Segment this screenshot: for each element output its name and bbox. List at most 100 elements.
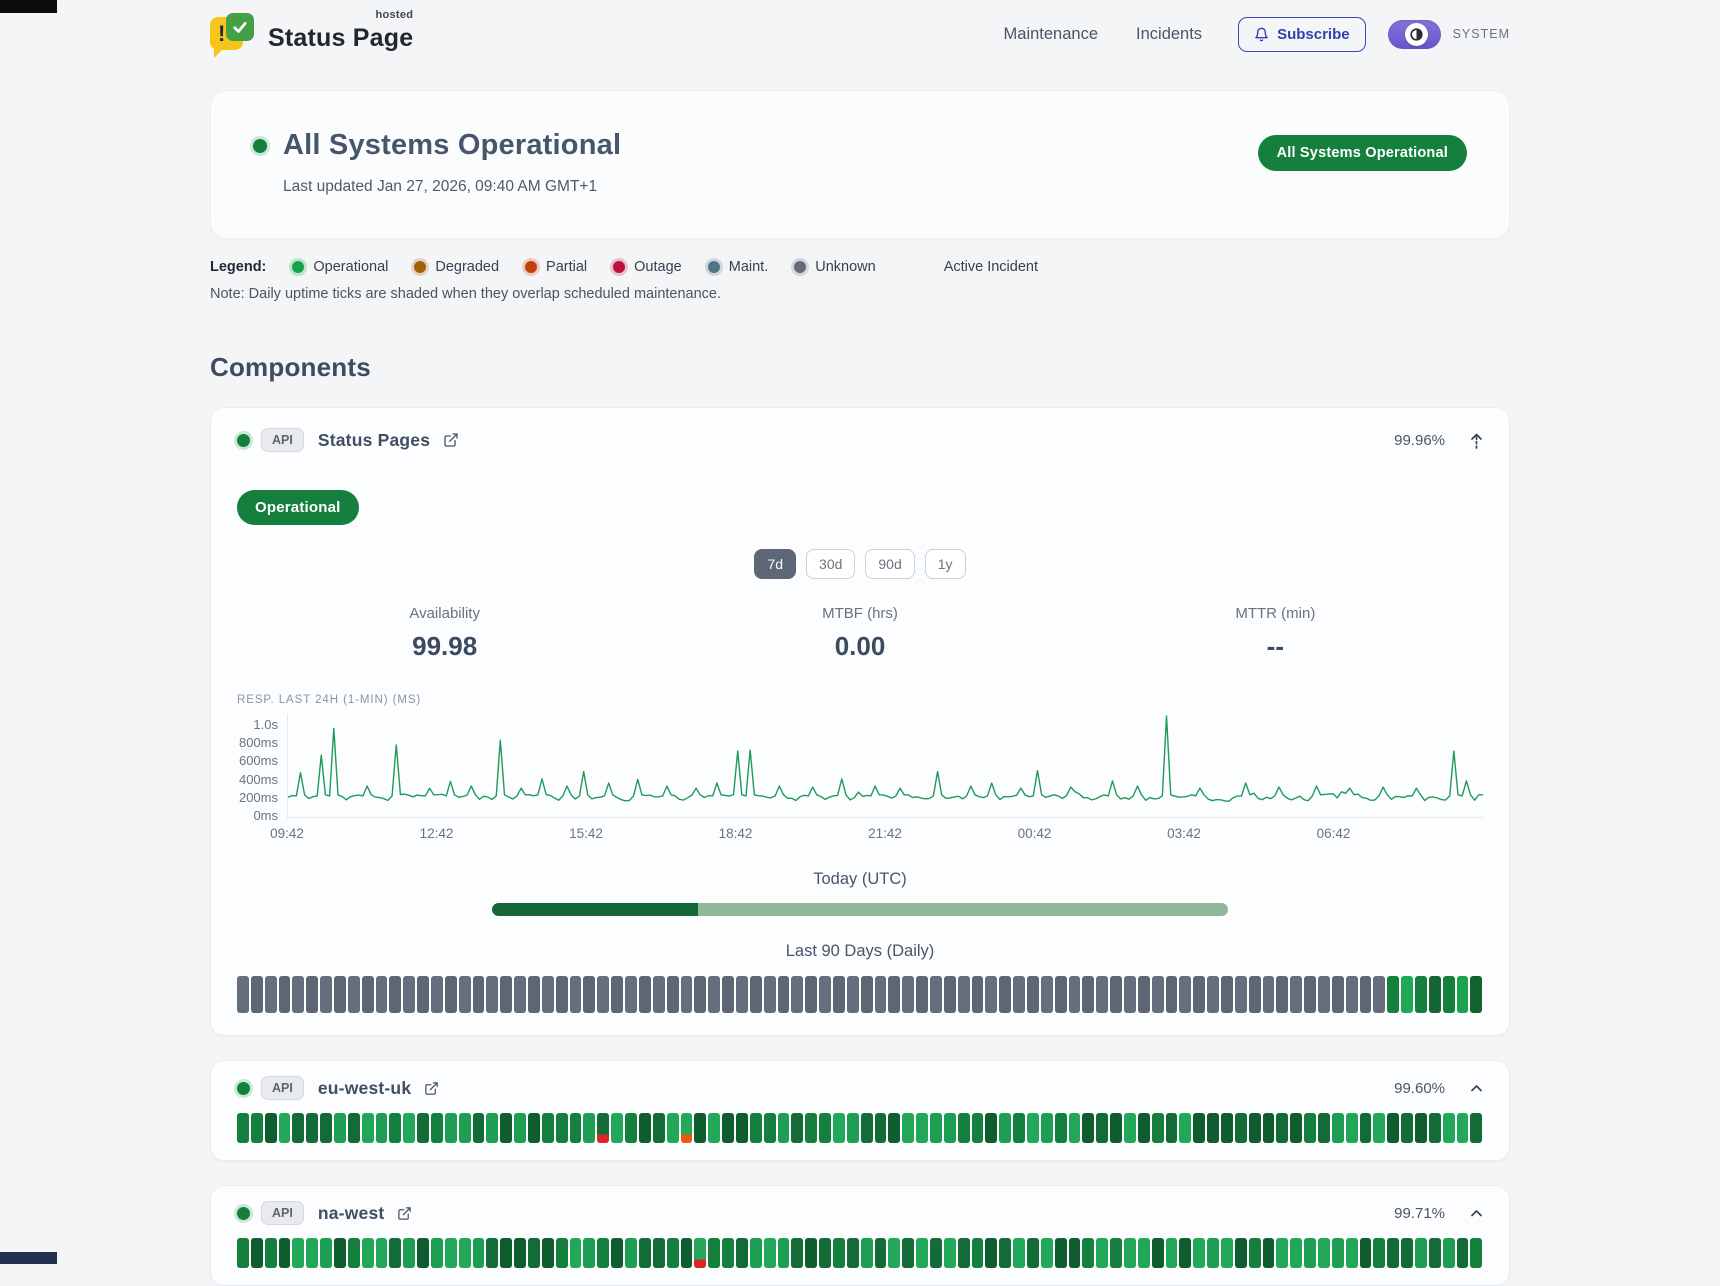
- uptime-tick-operational[interactable]: [1387, 976, 1399, 1013]
- uptime-tick-operational[interactable]: [556, 1113, 568, 1143]
- uptime-tick-unknown[interactable]: [694, 976, 706, 1013]
- uptime-tick-unknown[interactable]: [736, 976, 748, 1013]
- uptime-tick-operational[interactable]: [237, 1113, 249, 1143]
- uptime-tick-unknown[interactable]: [944, 976, 956, 1013]
- uptime-tick-operational[interactable]: [1346, 1113, 1358, 1143]
- uptime-tick-operational[interactable]: [1055, 1113, 1067, 1143]
- uptime-tick-unknown[interactable]: [958, 976, 970, 1013]
- uptime-tick-operational[interactable]: [847, 1113, 859, 1143]
- uptime-tick-unknown[interactable]: [750, 976, 762, 1013]
- uptime-tick-operational[interactable]: [334, 1113, 346, 1143]
- uptime-tick-unknown[interactable]: [999, 976, 1011, 1013]
- uptime-tick-operational[interactable]: [542, 1113, 554, 1143]
- nav-link-maintenance[interactable]: Maintenance: [1004, 25, 1098, 44]
- uptime-tick-unknown[interactable]: [1069, 976, 1081, 1013]
- uptime-tick-operational[interactable]: [958, 1113, 970, 1143]
- uptime-tick-unknown[interactable]: [1221, 976, 1233, 1013]
- component-header-row[interactable]: API eu-west-uk 99.60%: [237, 1076, 1483, 1100]
- nav-link-incidents[interactable]: Incidents: [1136, 25, 1202, 44]
- uptime-tick-unknown[interactable]: [334, 976, 346, 1013]
- uptime-tick-unknown[interactable]: [348, 976, 360, 1013]
- uptime-tick-unknown[interactable]: [251, 976, 263, 1013]
- uptime-tick-unknown[interactable]: [861, 976, 873, 1013]
- uptime-tick-unknown[interactable]: [639, 976, 651, 1013]
- component-header-row[interactable]: API na-west 99.71%: [237, 1201, 1483, 1225]
- uptime-tick-operational[interactable]: [1373, 1113, 1385, 1143]
- uptime-tick-unknown[interactable]: [972, 976, 984, 1013]
- uptime-tick-operational[interactable]: [805, 1113, 817, 1143]
- uptime-tick-operational[interactable]: [1124, 1113, 1136, 1143]
- expand-icon[interactable]: [1470, 1209, 1483, 1218]
- uptime-tick-unknown[interactable]: [1318, 976, 1330, 1013]
- collapse-icon[interactable]: [1470, 432, 1483, 449]
- uptime-tick-operational[interactable]: [625, 1113, 637, 1143]
- uptime-tick-operational[interactable]: [431, 1113, 443, 1143]
- uptime-tick-operational[interactable]: [902, 1113, 914, 1143]
- uptime-tick-operational[interactable]: [1415, 1113, 1427, 1143]
- uptime-tick-operational[interactable]: [916, 1113, 928, 1143]
- uptime-tick-unknown[interactable]: [916, 976, 928, 1013]
- uptime-tick-operational[interactable]: [764, 1113, 776, 1143]
- uptime-tick-flagged[interactable]: [681, 1113, 693, 1143]
- uptime-tick-operational[interactable]: [306, 1113, 318, 1143]
- uptime-tick-unknown[interactable]: [528, 976, 540, 1013]
- uptime-tick-unknown[interactable]: [1138, 976, 1150, 1013]
- uptime-tick-unknown[interactable]: [1096, 976, 1108, 1013]
- uptime-tick-operational[interactable]: [944, 1113, 956, 1143]
- uptime-tick-operational[interactable]: [1457, 976, 1469, 1013]
- uptime-tick-operational[interactable]: [1457, 1113, 1469, 1143]
- uptime-tick-operational[interactable]: [985, 1113, 997, 1143]
- uptime-tick-unknown[interactable]: [1124, 976, 1136, 1013]
- uptime-tick-operational[interactable]: [708, 1113, 720, 1143]
- uptime-tick-unknown[interactable]: [1207, 976, 1219, 1013]
- uptime-tick-operational[interactable]: [1304, 1113, 1316, 1143]
- uptime-tick-operational[interactable]: [362, 1113, 374, 1143]
- uptime-tick-operational[interactable]: [750, 1113, 762, 1143]
- uptime-tick-unknown[interactable]: [459, 976, 471, 1013]
- uptime-tick-operational[interactable]: [861, 1113, 873, 1143]
- uptime-tick-unknown[interactable]: [1276, 976, 1288, 1013]
- uptime-tick-operational[interactable]: [1290, 1113, 1302, 1143]
- uptime-tick-unknown[interactable]: [1055, 976, 1067, 1013]
- uptime-tick-operational[interactable]: [1263, 1113, 1275, 1143]
- uptime-tick-unknown[interactable]: [611, 976, 623, 1013]
- uptime-tick-unknown[interactable]: [888, 976, 900, 1013]
- uptime-tick-operational[interactable]: [1318, 1113, 1330, 1143]
- uptime-tick-operational[interactable]: [570, 1113, 582, 1143]
- uptime-tick-operational[interactable]: [639, 1113, 651, 1143]
- external-link-icon[interactable]: [424, 1081, 439, 1096]
- uptime-tick-operational[interactable]: [694, 1113, 706, 1143]
- uptime-tick-unknown[interactable]: [791, 976, 803, 1013]
- uptime-tick-unknown[interactable]: [1373, 976, 1385, 1013]
- uptime-tick-unknown[interactable]: [653, 976, 665, 1013]
- uptime-tick-operational[interactable]: [1082, 1113, 1094, 1143]
- uptime-tick-unknown[interactable]: [681, 976, 693, 1013]
- uptime-tick-unknown[interactable]: [625, 976, 637, 1013]
- uptime-tick-operational[interactable]: [473, 1113, 485, 1143]
- uptime-tick-operational[interactable]: [1443, 976, 1455, 1013]
- uptime-tick-operational[interactable]: [1470, 1113, 1482, 1143]
- uptime-tick-unknown[interactable]: [431, 976, 443, 1013]
- uptime-tick-unknown[interactable]: [403, 976, 415, 1013]
- uptime-tick-operational[interactable]: [376, 1113, 388, 1143]
- uptime-tick-operational[interactable]: [1221, 1113, 1233, 1143]
- expand-icon[interactable]: [1470, 1084, 1483, 1093]
- uptime-tick-unknown[interactable]: [237, 976, 249, 1013]
- uptime-tick-operational[interactable]: [486, 1113, 498, 1143]
- uptime-tick-operational[interactable]: [736, 1113, 748, 1143]
- uptime-tick-operational[interactable]: [389, 1113, 401, 1143]
- uptime-tick-flagged[interactable]: [597, 1113, 609, 1143]
- uptime-tick-unknown[interactable]: [1041, 976, 1053, 1013]
- uptime-tick-operational[interactable]: [819, 1113, 831, 1143]
- uptime-tick-unknown[interactable]: [1346, 976, 1358, 1013]
- uptime-tick-unknown[interactable]: [819, 976, 831, 1013]
- uptime-tick-operational[interactable]: [1470, 976, 1482, 1013]
- uptime-tick-unknown[interactable]: [279, 976, 291, 1013]
- uptime-tick-operational[interactable]: [653, 1113, 665, 1143]
- uptime-tick-operational[interactable]: [999, 1113, 1011, 1143]
- uptime-tick-unknown[interactable]: [1082, 976, 1094, 1013]
- uptime-tick-unknown[interactable]: [1249, 976, 1261, 1013]
- uptime-tick-operational[interactable]: [1152, 1113, 1164, 1143]
- uptime-tick-operational[interactable]: [1110, 1113, 1122, 1143]
- uptime-tick-operational[interactable]: [1027, 1113, 1039, 1143]
